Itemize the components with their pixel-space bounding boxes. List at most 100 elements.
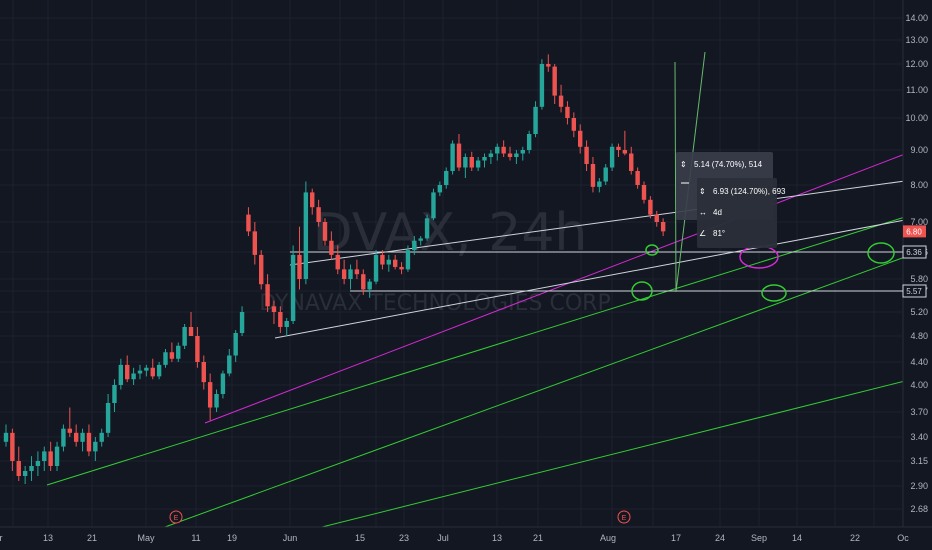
price-tick-label: 10.00: [905, 113, 928, 123]
measure-label: 4d: [713, 208, 722, 217]
candle: [259, 250, 264, 290]
candle-body: [201, 362, 206, 383]
candle-body: [392, 259, 398, 267]
candle-body: [418, 238, 423, 241]
candle-body: [335, 254, 340, 270]
chart-background: [0, 0, 932, 550]
candle-body: [80, 432, 85, 442]
watermark-symbol: DVAX, 24h: [313, 203, 588, 263]
candle: [373, 250, 379, 285]
time-tick-label: Sep: [751, 533, 767, 543]
candle-body: [412, 240, 417, 251]
candle-body: [176, 345, 181, 359]
candle: [290, 245, 296, 324]
candle: [424, 214, 430, 241]
earnings-marker-label: E: [174, 515, 179, 522]
time-tick-label: 15: [355, 533, 365, 543]
candle-body: [520, 150, 525, 154]
candle-body: [29, 466, 34, 471]
candle-body: [399, 266, 404, 270]
candle-body: [622, 150, 628, 154]
candle-body: [533, 106, 538, 134]
measure-icon: ⇕: [680, 160, 687, 169]
candle-body: [348, 269, 353, 279]
candle-body: [341, 269, 347, 279]
measure-icon: ↔: [699, 208, 707, 217]
candle-body: [278, 312, 283, 327]
candle-body: [67, 428, 72, 433]
candle-body: [495, 146, 500, 154]
candle: [431, 188, 436, 221]
time-tick-label: Jun: [283, 533, 298, 543]
candle-body: [641, 185, 647, 200]
time-tick-label: May: [137, 533, 155, 543]
measure-icon: ⇕: [699, 187, 706, 196]
candle: [450, 140, 455, 175]
candle-body: [590, 164, 596, 187]
candle: [303, 181, 309, 285]
candle-body: [469, 157, 474, 168]
candle-body: [239, 312, 245, 333]
candle-body: [437, 185, 443, 193]
price-label-text: 6.36: [906, 248, 922, 257]
candle-body: [405, 250, 411, 270]
candle-body: [558, 95, 564, 107]
candle-body: [284, 321, 289, 327]
price-tick-label: 2.68: [910, 504, 928, 514]
time-tick-label: 13: [43, 533, 53, 543]
time-tick-label: r: [0, 533, 3, 543]
price-axis[interactable]: 14.0013.0012.0011.0010.009.008.007.006.3…: [902, 0, 932, 550]
candle-body: [629, 153, 634, 171]
candle-body: [424, 218, 430, 239]
price-tick-label: 5.80: [910, 274, 928, 284]
price-label-badge: 6.36: [902, 245, 927, 259]
candle-body: [22, 471, 28, 476]
candle-body: [463, 157, 468, 168]
candle-body: [322, 222, 328, 241]
candle-body: [654, 214, 659, 222]
price-tick-label: 3.70: [910, 407, 928, 417]
price-chart[interactable]: DVAX, 24h DYNAVAX TECHNOLOGIES CORP ⇕ 5.1…: [0, 0, 932, 550]
time-tick-label: 11: [191, 533, 200, 543]
candle-body: [150, 367, 155, 377]
price-tick-label: 4.80: [910, 331, 928, 341]
price-label-text: 6.80: [906, 227, 922, 236]
candle-body: [163, 352, 168, 365]
candle-body: [214, 394, 219, 408]
price-tick-label: 4.40: [910, 357, 928, 367]
candle-body: [482, 157, 487, 161]
price-tick-label: 4.00: [910, 380, 928, 390]
watermark: DVAX, 24h DYNAVAX TECHNOLOGIES CORP: [259, 203, 610, 316]
earnings-marker[interactable]: E: [617, 510, 631, 524]
earnings-marker[interactable]: E: [169, 510, 183, 524]
candle-body: [431, 192, 436, 219]
candle-body: [386, 259, 391, 265]
candle-body: [290, 254, 296, 321]
time-tick-label: 22: [850, 533, 860, 543]
candle-body: [373, 254, 379, 282]
candle-body: [42, 451, 47, 461]
candle-body: [367, 281, 372, 290]
price-tick-label: 5.20: [910, 307, 928, 317]
candle-body: [488, 153, 494, 157]
time-tick-label: Oc: [897, 533, 909, 543]
earnings-marker-label: E: [622, 515, 627, 522]
candle-body: [329, 240, 334, 255]
candle-body: [603, 167, 608, 182]
candle-body: [156, 364, 162, 377]
candle-body: [252, 231, 258, 255]
time-tick-label: Aug: [600, 533, 616, 543]
candle-body: [73, 432, 79, 442]
candle-body: [539, 64, 545, 107]
candle-body: [10, 432, 15, 461]
candle-body: [246, 214, 251, 232]
candle-body: [207, 382, 213, 408]
candle-body: [48, 451, 53, 466]
candle-body: [169, 352, 175, 359]
candle-body: [61, 428, 66, 447]
time-tick-label: 21: [87, 533, 97, 543]
time-tick-label: 23: [399, 533, 409, 543]
candle-body: [265, 284, 270, 307]
candle-body: [118, 364, 124, 385]
candle-body: [456, 143, 462, 168]
